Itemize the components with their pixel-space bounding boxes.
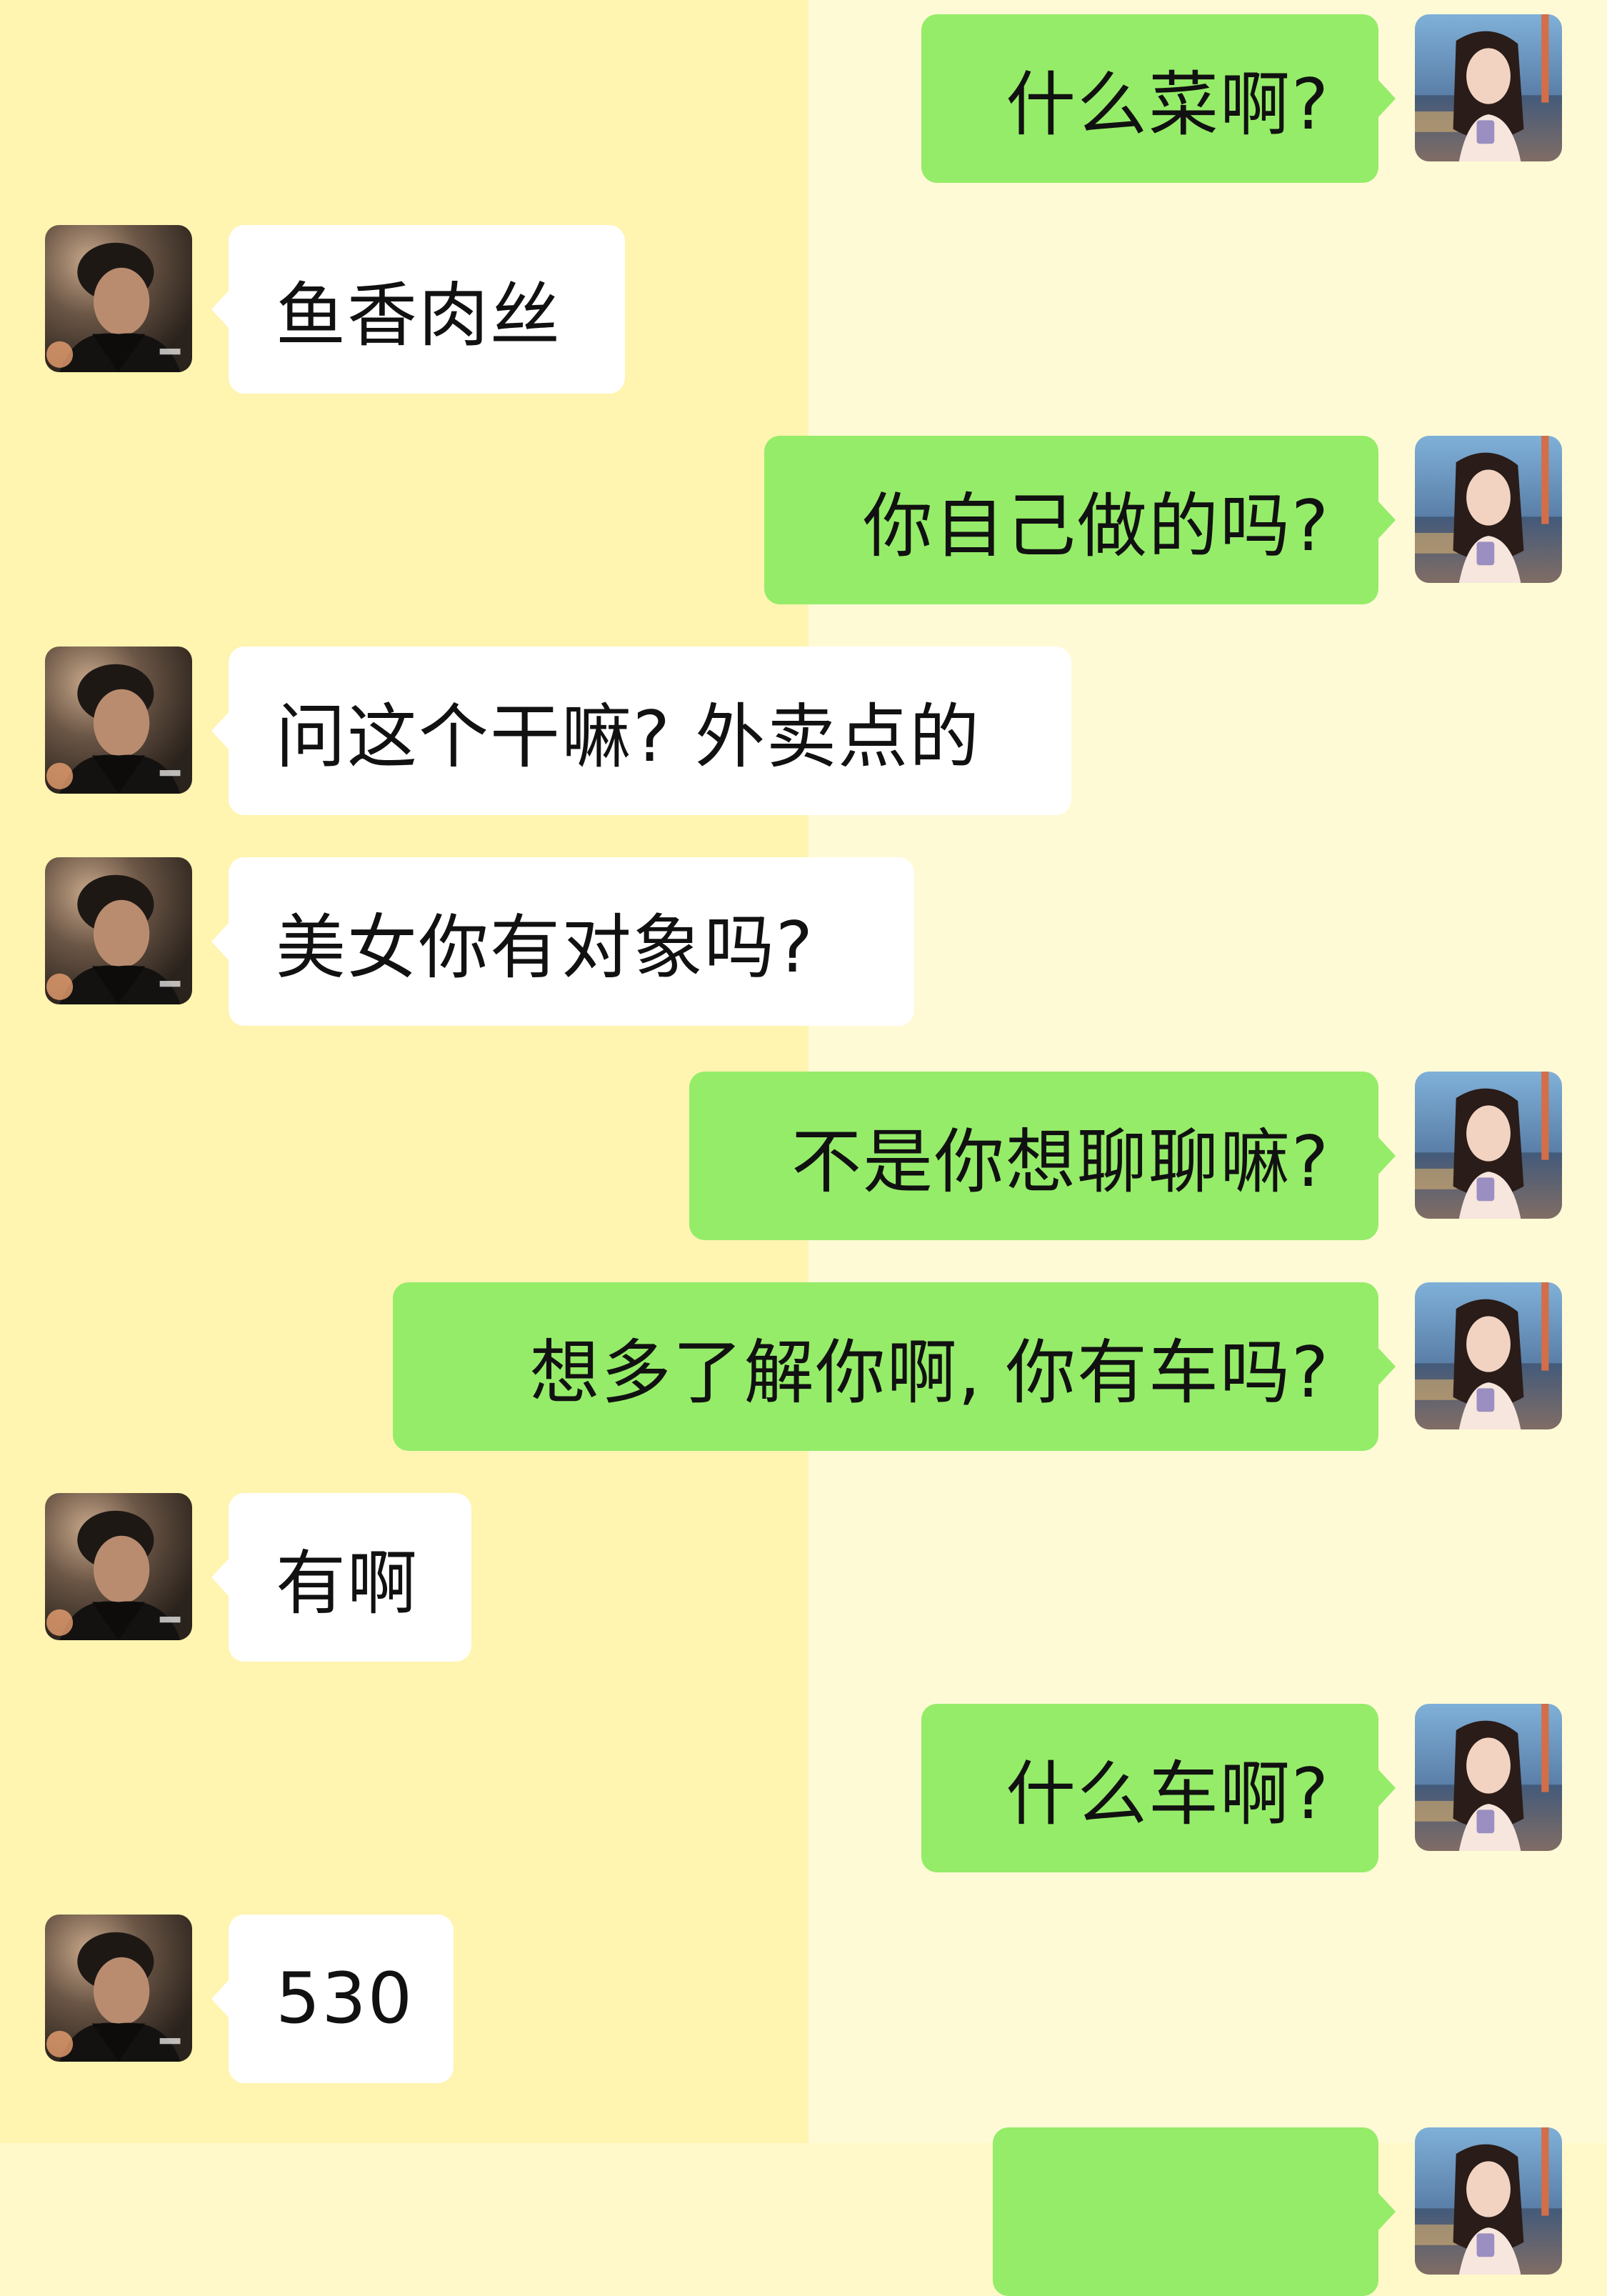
- male-avatar-icon[interactable]: [45, 647, 192, 794]
- female-avatar-icon[interactable]: [1415, 436, 1562, 583]
- message-bubble-received[interactable]: 鱼香肉丝: [211, 225, 625, 394]
- message-bubble-received[interactable]: 有啊: [211, 1493, 471, 1662]
- message-bubble-received[interactable]: 问这个干嘛? 外卖点的: [211, 647, 1071, 815]
- message-text: 什么菜啊?: [1005, 64, 1330, 146]
- female-avatar-icon[interactable]: [1415, 14, 1562, 161]
- female-avatar-icon[interactable]: [1415, 2127, 1562, 2275]
- message-text: 美女你有对象吗?: [276, 907, 815, 989]
- female-avatar-icon[interactable]: [1415, 1072, 1562, 1219]
- message-text: 530: [276, 1958, 414, 2040]
- female-avatar-icon[interactable]: [1415, 1282, 1562, 1429]
- message-text: 你自己做的吗?: [862, 486, 1330, 567]
- message-bubble-sent[interactable]: 不是你想聊聊嘛?: [689, 1072, 1396, 1240]
- message-text: 什么车啊?: [1005, 1754, 1330, 1835]
- message-bubble-sent[interactable]: 想多了解你啊, 你有车吗?: [393, 1282, 1396, 1451]
- message-bubble-sent[interactable]: 什么菜啊?: [921, 14, 1396, 183]
- message-text: 有啊: [276, 1543, 419, 1624]
- message-text: 问这个干嘛? 外卖点的: [276, 697, 981, 778]
- male-avatar-icon[interactable]: [45, 857, 192, 1004]
- male-avatar-icon[interactable]: [45, 1493, 192, 1640]
- message-text: 想多了解你啊, 你有车吗?: [529, 1332, 1330, 1414]
- female-avatar-icon[interactable]: [1415, 1704, 1562, 1851]
- message-text: 不是你想聊聊嘛?: [791, 1122, 1330, 1203]
- message-bubble-received[interactable]: 美女你有对象吗?: [211, 857, 914, 1026]
- message-bubble-sent[interactable]: 你自己做的吗?: [764, 436, 1396, 604]
- message-bubble-sent-partial[interactable]: [993, 2127, 1396, 2296]
- message-bubble-received[interactable]: 530: [211, 1915, 454, 2083]
- message-bubble-sent[interactable]: 什么车啊?: [921, 1704, 1396, 1872]
- male-avatar-icon[interactable]: [45, 1915, 192, 2062]
- male-avatar-icon[interactable]: [45, 225, 192, 372]
- message-text: 鱼香肉丝: [276, 275, 562, 356]
